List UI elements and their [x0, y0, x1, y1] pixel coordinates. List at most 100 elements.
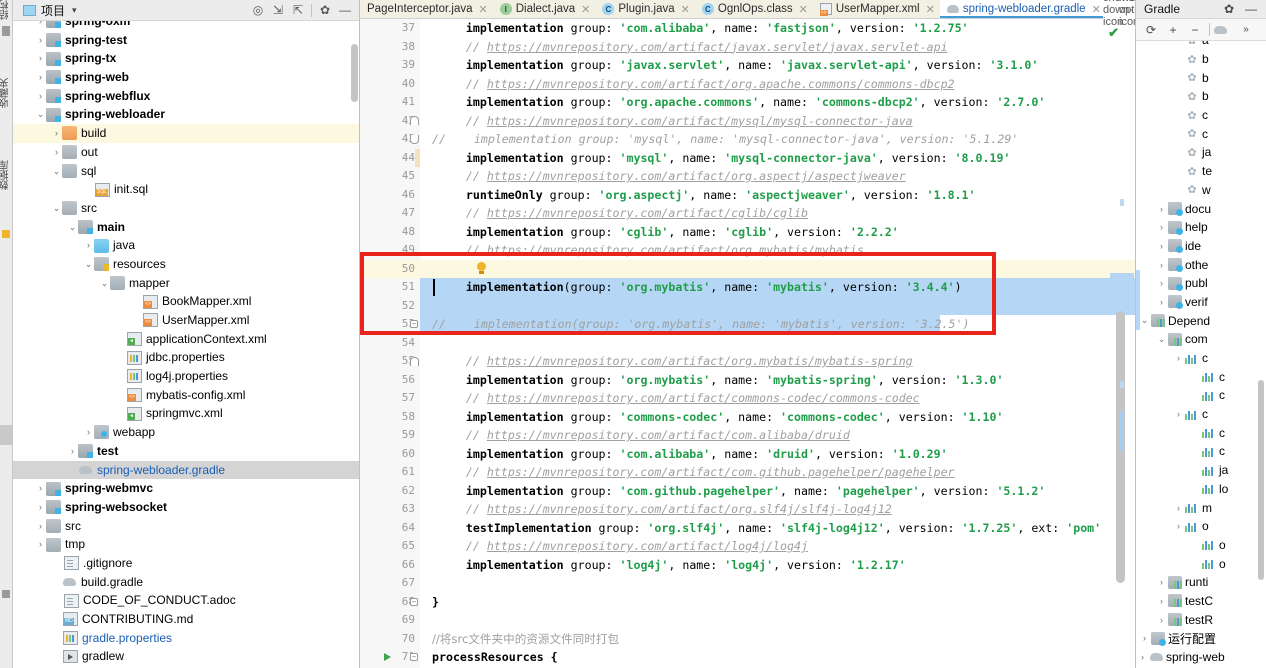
gradle-tree-item[interactable]: ›testC: [1136, 592, 1266, 611]
refresh-icon[interactable]: ⟳: [1140, 23, 1162, 37]
chevron-right-icon[interactable]: ›: [1155, 615, 1168, 625]
fold-gutter-icon[interactable]: −: [409, 315, 419, 334]
code-line[interactable]: implementation group: 'log4j', name: 'lo…: [420, 556, 1135, 575]
run-gutter-icon[interactable]: [382, 648, 392, 667]
code-line[interactable]: implementation group: 'com.alibaba', nam…: [420, 19, 1135, 38]
code-line[interactable]: [420, 611, 1135, 630]
code-line[interactable]: implementation group: 'org.mybatis', nam…: [420, 371, 1135, 390]
chevron-right-icon[interactable]: ›: [1172, 353, 1185, 363]
tree-item-spring-test[interactable]: ›spring-test: [13, 31, 359, 50]
code-line[interactable]: [420, 297, 1135, 316]
code-line[interactable]: runtimeOnly group: 'org.aspectj', name: …: [420, 186, 1135, 205]
expand-all-icon[interactable]: ⇲: [268, 1, 288, 20]
close-icon[interactable]: ✕: [799, 3, 808, 16]
chevron-down-icon[interactable]: ⌄: [1155, 334, 1168, 345]
tree-item-gradlew[interactable]: ›gradlew: [13, 647, 359, 666]
chevron-right-icon[interactable]: ›: [83, 423, 94, 442]
left-tab-structure[interactable]: 结构: [0, 0, 12, 20]
close-icon[interactable]: ✕: [581, 3, 590, 16]
code-line[interactable]: // https://mvnrepository.com/artifact/lo…: [420, 537, 1135, 556]
tree-item-src[interactable]: ›src: [13, 517, 359, 536]
close-icon[interactable]: ✕: [926, 3, 935, 16]
chevron-right-icon[interactable]: ›: [1172, 503, 1185, 513]
code-line[interactable]: [420, 260, 1135, 279]
code-line[interactable]: [420, 334, 1135, 353]
add-icon[interactable]: +: [1162, 23, 1184, 37]
tree-item-springmvc-xml[interactable]: ›◄springmvc.xml: [13, 404, 359, 423]
chevron-right-icon[interactable]: ›: [1155, 260, 1168, 270]
chevron-right-icon[interactable]: ›: [35, 31, 46, 50]
chevron-right-icon[interactable]: ›: [1155, 222, 1168, 232]
gradle-tree-item[interactable]: ›o: [1136, 517, 1266, 536]
code-line[interactable]: // https://mvnrepository.com/artifact/co…: [420, 426, 1135, 445]
code-line[interactable]: // https://mvnrepository.com/artifact/or…: [420, 167, 1135, 186]
tree-item-jdbc-properties[interactable]: ›jdbc.properties: [13, 348, 359, 367]
chevron-right-icon[interactable]: ›: [83, 236, 94, 255]
chevron-right-icon[interactable]: ›: [1155, 596, 1168, 606]
fold-collapse-icon[interactable]: −: [410, 320, 418, 328]
tree-item-spring-tx[interactable]: ›spring-tx: [13, 49, 359, 68]
gradle-tree-item[interactable]: ⌄Depend: [1136, 311, 1266, 330]
gradle-tree-item[interactable]: c: [1136, 367, 1266, 386]
intention-bulb-icon[interactable]: [476, 262, 487, 275]
gradle-tree-item[interactable]: ›m: [1136, 498, 1266, 517]
close-icon[interactable]: ✕: [479, 3, 488, 16]
chevron-right-icon[interactable]: ›: [1155, 278, 1168, 288]
chevron-right-icon[interactable]: ›: [35, 49, 46, 68]
gradle-tree-item[interactable]: ✿c: [1136, 124, 1266, 143]
hide-panel-icon[interactable]: —: [1240, 2, 1262, 16]
editor-tab-usermapper-xml[interactable]: UserMapper.xml✕: [813, 0, 940, 18]
gradle-tree[interactable]: ✿a✿b✿b✿b✿c✿c✿ja✿te✿w›docu›help›ide›othe›…: [1136, 41, 1266, 668]
code-line[interactable]: implementation group: 'mysql', name: 'my…: [420, 149, 1135, 168]
gradle-tree-item[interactable]: o: [1136, 536, 1266, 555]
gradle-tree-item[interactable]: ✿b: [1136, 50, 1266, 69]
tree-item-tmp[interactable]: ›tmp: [13, 535, 359, 554]
chevron-right-icon[interactable]: ›: [1136, 652, 1149, 662]
tree-item-applicationcontext-xml[interactable]: ›◄applicationContext.xml: [13, 330, 359, 349]
gradle-tree-item[interactable]: ✿te: [1136, 162, 1266, 181]
gradle-tree-item[interactable]: ›runti: [1136, 573, 1266, 592]
code-line[interactable]: implementation(group: 'org.mybatis', nam…: [420, 278, 1135, 297]
gradle-toolbar[interactable]: ⟳ + − »: [1136, 19, 1266, 41]
chevron-right-icon[interactable]: ›: [1172, 409, 1185, 419]
tree-item-bookmapper-xml[interactable]: ›<>BookMapper.xml: [13, 292, 359, 311]
tree-item-sql[interactable]: ⌄sql: [13, 162, 359, 181]
tab-more-options-icon[interactable]: more-options-icon: [1119, 0, 1135, 28]
chevron-right-icon[interactable]: ›: [1155, 297, 1168, 307]
editor-tab-bar[interactable]: PageInterceptor.java✕IDialect.java✕CPlug…: [360, 0, 1135, 19]
code-line[interactable]: // implementation group: 'mysql', name: …: [420, 130, 1135, 149]
fold-gutter-icon[interactable]: [409, 352, 419, 371]
editor-tab-plugin-java[interactable]: CPlugin.java✕: [595, 0, 694, 18]
left-tab-favorites[interactable]: 收藏夹: [0, 78, 12, 108]
gradle-tree-item[interactable]: ›运行配置: [1136, 629, 1266, 648]
code-area[interactable]: 3738394041424344454647484950515253−54555…: [360, 19, 1135, 668]
editor-tab-ognlops-class[interactable]: COgnlOps.class✕: [695, 0, 813, 18]
gradle-tree-item[interactable]: lo: [1136, 480, 1266, 499]
gradle-tree-item[interactable]: ›c: [1136, 405, 1266, 424]
chevron-right-icon[interactable]: ›: [35, 21, 46, 31]
left-tab-database[interactable]: 数据库: [0, 160, 12, 190]
tree-item-code-of-conduct-adoc[interactable]: ›CODE_OF_CONDUCT.adoc: [13, 591, 359, 610]
locate-icon[interactable]: ◎: [248, 1, 268, 20]
code-line[interactable]: // https://mvnrepository.com/artifact/or…: [420, 241, 1135, 260]
chevron-right-icon[interactable]: ›: [51, 143, 62, 162]
tree-item-spring-websocket[interactable]: ›spring-websocket: [13, 498, 359, 517]
chevron-right-icon[interactable]: ›: [1172, 521, 1185, 531]
gradle-more-icon[interactable]: »: [1235, 24, 1257, 35]
remove-icon[interactable]: −: [1184, 23, 1206, 37]
chevron-right-icon[interactable]: ›: [1155, 241, 1168, 251]
chevron-right-icon[interactable]: ›: [1155, 204, 1168, 214]
gradle-tree-item[interactable]: ja: [1136, 461, 1266, 480]
code-line[interactable]: // https://mvnrepository.com/artifact/co…: [420, 389, 1135, 408]
code-line[interactable]: // https://mvnrepository.com/artifact/or…: [420, 500, 1135, 519]
chevron-right-icon[interactable]: ›: [35, 68, 46, 87]
code-line[interactable]: //将src文件夹中的资源文件同时打包: [420, 630, 1135, 649]
code-line[interactable]: processResources {: [420, 648, 1135, 667]
gradle-tree-item[interactable]: ⌄com: [1136, 330, 1266, 349]
gradle-scrollbar[interactable]: [1258, 380, 1264, 580]
code-line[interactable]: // https://mvnrepository.com/artifact/cg…: [420, 204, 1135, 223]
fold-collapse-icon[interactable]: −: [410, 653, 418, 661]
tab-list-chevron-icon[interactable]: chevron-down-icon: [1103, 0, 1119, 28]
tree-item-java[interactable]: ›java: [13, 236, 359, 255]
code-line[interactable]: [420, 574, 1135, 593]
